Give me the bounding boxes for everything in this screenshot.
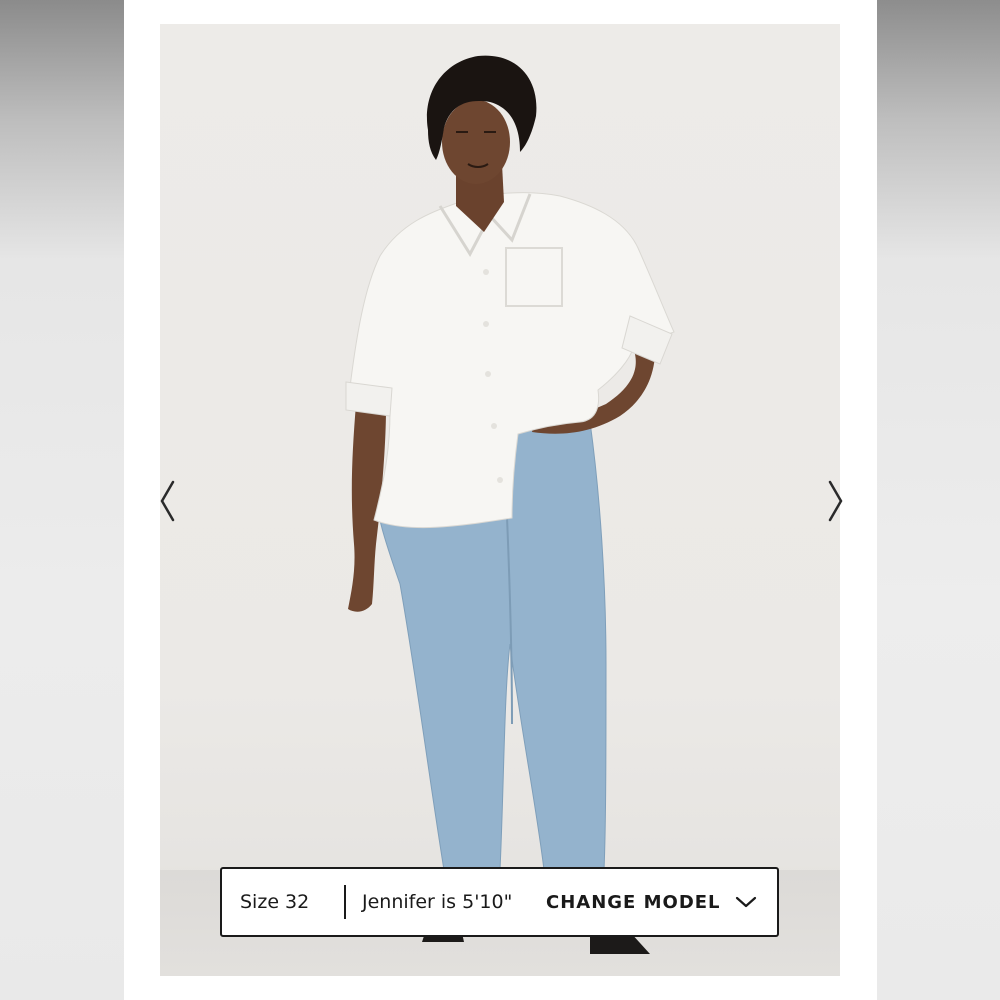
blurred-backdrop-right	[876, 0, 1000, 1000]
divider	[344, 885, 346, 919]
product-photo	[160, 24, 840, 976]
chevron-right-icon	[828, 480, 843, 522]
shirt	[347, 192, 675, 529]
change-model-label: CHANGE MODEL	[546, 891, 721, 913]
next-image-button[interactable]	[824, 478, 846, 524]
model-illustration	[345, 55, 675, 954]
model-info-bar: Size 32 Jennifer is 5'10" CHANGE MODEL	[220, 867, 779, 937]
chevron-down-icon	[735, 896, 756, 908]
previous-image-button[interactable]	[158, 478, 180, 524]
face	[442, 100, 510, 184]
blurred-backdrop-left	[0, 0, 124, 1000]
change-model-button[interactable]: CHANGE MODEL	[546, 892, 757, 913]
left-cuff	[345, 381, 393, 417]
product-image-viewer: Size 32 Jennifer is 5'10" CHANGE MODEL	[0, 0, 1000, 1000]
model-height-label: Jennifer is 5'10"	[362, 891, 513, 913]
model-size-label: Size 32	[240, 891, 310, 913]
chevron-left-icon	[160, 480, 175, 522]
